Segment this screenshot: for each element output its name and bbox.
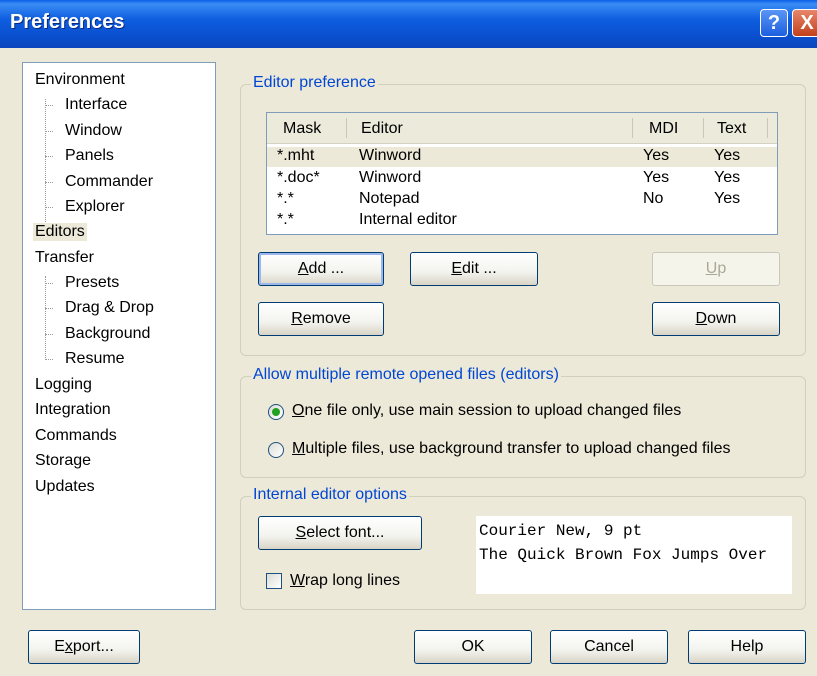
column-editor[interactable]: Editor [361, 120, 403, 138]
tree-item-interface[interactable]: Interface [65, 96, 127, 114]
tree-item-transfer[interactable]: Transfer [35, 249, 94, 267]
table-row[interactable]: *.mht Winword Yes Yes [267, 147, 777, 167]
tree-item-drag-drop[interactable]: Drag & Drop [65, 299, 154, 317]
ok-button[interactable]: OK [414, 630, 532, 664]
row-mdi: No [643, 190, 664, 207]
editor-list[interactable]: Mask Editor MDI Text *.mht Winword Yes Y… [266, 112, 778, 235]
preferences-window: Preferences ? X Environment Interface Wi… [0, 0, 817, 676]
checkbox-icon [266, 573, 282, 589]
row-editor: Winword [359, 169, 422, 186]
column-text[interactable]: Text [717, 120, 746, 138]
edit-button[interactable]: Edit ... [410, 252, 538, 286]
row-text: Yes [714, 169, 741, 186]
cancel-button[interactable]: Cancel [550, 630, 668, 664]
tree-item-editors[interactable]: Editors [33, 223, 87, 241]
up-button[interactable]: Up [652, 252, 780, 286]
internal-editor-title: Internal editor options [251, 486, 409, 504]
row-mask: *.* [277, 190, 294, 207]
close-icon[interactable]: X [792, 9, 817, 37]
font-preview-name: Courier New, 9 pt [479, 522, 643, 540]
tree-guide-line [45, 276, 46, 358]
tree-guide-line [45, 99, 46, 232]
font-preview: Courier New, 9 pt The Quick Brown Fox Ju… [476, 516, 792, 594]
row-text: Yes [714, 190, 741, 207]
row-editor: Winword [359, 147, 422, 164]
row-editor: Internal editor [359, 211, 457, 228]
title-bar[interactable]: Preferences ? X [0, 0, 817, 48]
radio-unchecked-icon [268, 442, 284, 458]
row-editor: Notepad [359, 190, 420, 207]
row-mdi: Yes [643, 147, 670, 164]
tree-item-explorer[interactable]: Explorer [65, 198, 125, 216]
row-text: Yes [714, 147, 741, 164]
remove-button[interactable]: Remove [258, 302, 384, 336]
down-button[interactable]: Down [652, 302, 780, 336]
column-mdi[interactable]: MDI [649, 120, 678, 138]
row-mask: *.doc* [277, 169, 320, 186]
table-row[interactable]: *.doc* Winword Yes Yes [267, 169, 777, 189]
select-font-button[interactable]: Select font... [258, 516, 422, 550]
tree-item-panels[interactable]: Panels [65, 147, 114, 165]
column-mask[interactable]: Mask [283, 120, 321, 138]
radio-checked-icon [268, 404, 284, 420]
add-button[interactable]: Add ... [258, 252, 384, 286]
help-button[interactable]: Help [688, 630, 806, 664]
font-preview-sample: The Quick Brown Fox Jumps Over [479, 546, 768, 564]
multiple-remote-title: Allow multiple remote opened files (edit… [251, 366, 561, 384]
window-title: Preferences [10, 11, 125, 33]
navigation-tree[interactable]: Environment Interface Window Panels Comm… [22, 62, 216, 610]
row-mask: *.mht [277, 147, 315, 164]
row-mdi: Yes [643, 169, 670, 186]
tree-item-environment[interactable]: Environment [35, 71, 125, 89]
tree-item-resume[interactable]: Resume [65, 350, 125, 368]
tree-item-storage[interactable]: Storage [35, 452, 91, 470]
row-mask: *.* [277, 211, 294, 228]
export-button[interactable]: Export... [28, 630, 140, 664]
help-title-button[interactable]: ? [760, 9, 788, 37]
tree-item-commands[interactable]: Commands [35, 427, 117, 445]
editor-preference-title: Editor preference [251, 74, 378, 92]
tree-item-commander[interactable]: Commander [65, 173, 153, 191]
tree-item-background[interactable]: Background [65, 325, 150, 343]
editor-list-header: Mask Editor MDI Text [267, 113, 777, 144]
tree-item-logging[interactable]: Logging [35, 376, 92, 394]
tree-item-window[interactable]: Window [65, 122, 122, 140]
tree-item-integration[interactable]: Integration [35, 401, 111, 419]
tree-item-presets[interactable]: Presets [65, 274, 119, 292]
tree-item-updates[interactable]: Updates [35, 478, 95, 496]
table-row[interactable]: *.* Notepad No Yes [267, 190, 777, 210]
multiple-remote-group: Allow multiple remote opened files (edit… [240, 366, 806, 478]
table-row[interactable]: *.* Internal editor [267, 211, 777, 231]
